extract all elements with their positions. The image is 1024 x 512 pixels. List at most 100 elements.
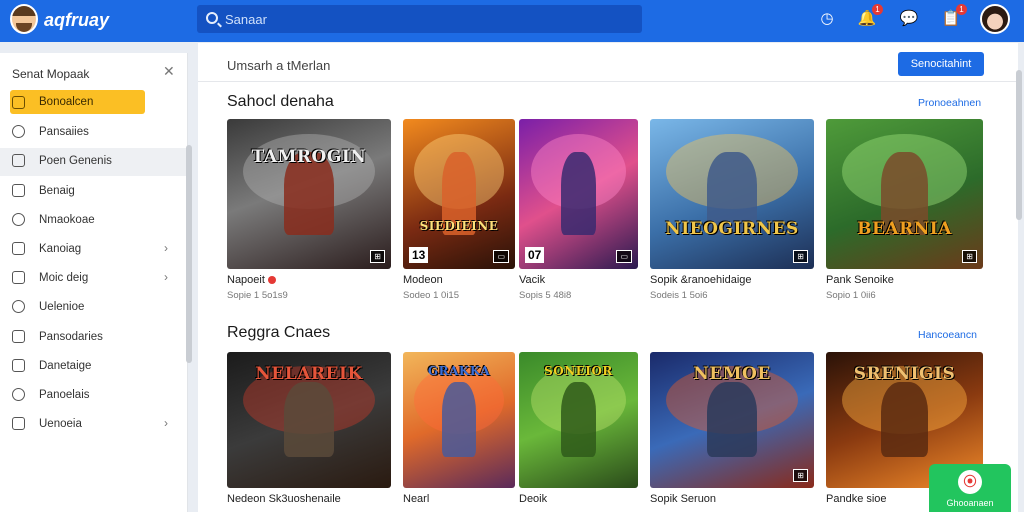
- game-name[interactable]: Sopik &ranoehidaige: [650, 274, 752, 286]
- character-figure: [442, 381, 476, 457]
- game-logo-text: SIEDIEINE: [419, 219, 499, 233]
- game-thumbnail[interactable]: NIEOGIRNES ⊞: [650, 119, 814, 269]
- sidebar-item-label: Panoelais: [39, 389, 90, 401]
- platform-icon: ▭: [616, 250, 632, 263]
- game-logo-text: SONEIOR: [544, 364, 613, 378]
- game-thumbnail[interactable]: SONEIOR: [519, 352, 638, 488]
- inbox-icon[interactable]: 📋 1: [940, 4, 967, 30]
- game-thumbnail[interactable]: NELAREIK: [227, 352, 391, 488]
- game-meta: Sodeis 1 5oi6: [650, 290, 708, 301]
- sidebar-item-label: Moic deig: [39, 272, 89, 285]
- clock-icon[interactable]: ◷: [816, 8, 838, 30]
- platform-icon: ▭: [493, 250, 509, 263]
- game-name-text: Nedeon Sk3uoshenaile: [227, 493, 341, 505]
- game-logo-text: GRAKKA: [427, 364, 491, 378]
- user-avatar[interactable]: [980, 4, 1010, 34]
- sidebar-item[interactable]: Danetaige: [0, 353, 186, 381]
- live-indicator-icon: [267, 276, 276, 285]
- floating-action-button[interactable]: ⦿ Ghooanaen: [929, 464, 1011, 512]
- brand-name[interactable]: aqfruay: [44, 10, 109, 31]
- game-name-text: Pandke sioe: [826, 493, 887, 505]
- chevron-right-icon: ›: [164, 241, 168, 255]
- search-bar[interactable]: [197, 5, 642, 33]
- game-name-text: Napoeit: [227, 274, 265, 286]
- sidebar-item[interactable]: Pansaiies: [0, 119, 186, 147]
- menu-item-icon: [12, 329, 25, 343]
- platform-icon: ⊞: [370, 250, 385, 263]
- sidebar-item[interactable]: Moic deig ›: [0, 265, 186, 293]
- game-logo-text: SRENIGIS: [853, 364, 956, 384]
- menu-item-icon: [12, 183, 25, 197]
- game-meta: Sopie 1 5o1s9: [227, 290, 288, 301]
- game-name[interactable]: Modeon: [403, 274, 443, 286]
- menu-item-icon: [12, 358, 25, 372]
- game-thumbnail[interactable]: NEMOE ⊞: [650, 352, 814, 488]
- game-logo-text: NELAREIK: [255, 364, 363, 384]
- game-name[interactable]: Nedeon Sk3uoshenaile: [227, 493, 341, 505]
- sidebar-item[interactable]: Poen Genenis: [0, 148, 186, 177]
- game-name-text: Pank Senoike: [826, 274, 894, 286]
- record-icon: ⦿: [958, 470, 982, 494]
- sidebar-item-label: Danetaige: [39, 359, 92, 372]
- sidebar-heading: Senat Mopaak: [12, 67, 90, 81]
- game-thumbnail[interactable]: TAMROGIN ⊞: [227, 119, 391, 269]
- chat-icon[interactable]: 💬: [898, 8, 920, 30]
- search-icon: [206, 12, 218, 24]
- menu-item-icon: [12, 300, 25, 314]
- menu-item-icon: [12, 242, 25, 255]
- sidebar-item-label: Poen Genenis: [39, 155, 112, 168]
- primary-action-button[interactable]: Senocitahint: [898, 52, 984, 76]
- sidebar-item[interactable]: Kanoiag ›: [0, 236, 186, 264]
- game-name-text: Sopik Seruon: [650, 493, 717, 505]
- logo-avatar[interactable]: [10, 4, 38, 34]
- fab-label: Ghooanaen: [946, 498, 994, 508]
- game-name-text: Modeon: [403, 274, 443, 286]
- game-thumbnail[interactable]: ▭ 07: [519, 119, 638, 269]
- close-icon[interactable]: ✕: [163, 63, 175, 80]
- platform-icon: ⊞: [793, 250, 808, 263]
- sidebar-item-label: Kanoiag: [39, 243, 82, 255]
- sidebar-item-label: Uelenioe: [39, 301, 85, 314]
- sidebar-item[interactable]: Panoelais: [0, 382, 186, 410]
- sidebar-item[interactable]: Nmaokoae: [0, 207, 186, 235]
- game-name[interactable]: Nearl: [403, 493, 429, 505]
- sidebar-scrollbar[interactable]: [186, 145, 192, 363]
- game-logo-text: NEMOE: [693, 364, 771, 384]
- section-title: Sahocl denaha: [227, 93, 334, 110]
- platform-icon: ⊞: [962, 250, 977, 263]
- see-all-link[interactable]: Pronoeahnen: [918, 97, 981, 109]
- game-thumbnail[interactable]: SIEDIEINE ▭ 13: [403, 119, 515, 269]
- game-name[interactable]: Pank Senoike: [826, 274, 894, 286]
- game-name[interactable]: Vacik: [519, 274, 545, 286]
- platform-icon: ⊞: [793, 469, 808, 482]
- sidebar-item-label: Pansaiies: [39, 126, 89, 139]
- sidebar-item-label: Uenoeia: [39, 418, 82, 431]
- character-figure: [560, 381, 597, 457]
- sidebar-item[interactable]: Bonoalcen: [0, 90, 186, 118]
- game-name[interactable]: Deoik: [519, 493, 547, 505]
- age-rating-badge: 13: [409, 247, 429, 263]
- top-bar: aqfruay ◷ 🔔1 💬 📋1: [0, 0, 1024, 42]
- game-thumbnail[interactable]: BEARNIA ⊞: [826, 119, 983, 269]
- game-name-text: Vacik: [519, 274, 546, 286]
- sidebar-item-label: Pansodaries: [39, 330, 103, 343]
- game-thumbnail[interactable]: GRAKKA: [403, 352, 515, 488]
- chevron-right-icon: ›: [164, 270, 168, 285]
- notifications-icon[interactable]: 🔔 1: [856, 4, 883, 30]
- inbox-badge: 1: [956, 4, 967, 15]
- see-all-link[interactable]: Hancoeancn: [918, 329, 977, 341]
- game-name[interactable]: Pandke sioe: [826, 493, 887, 505]
- sidebar-item[interactable]: Uenoeia ›: [0, 411, 186, 439]
- menu-item-icon: [12, 212, 25, 226]
- game-name-text: Sopik &ranoehidaige: [650, 274, 752, 286]
- main-scrollbar[interactable]: [1016, 70, 1022, 220]
- game-name[interactable]: Napoeit: [227, 274, 276, 286]
- character-figure: [707, 381, 757, 457]
- age-rating-badge: 07: [525, 247, 545, 263]
- search-input[interactable]: [225, 9, 625, 29]
- game-name-text: Nearl: [403, 493, 430, 505]
- sidebar-item[interactable]: Benaig: [0, 178, 186, 206]
- sidebar-item[interactable]: Pansodaries: [0, 324, 186, 352]
- game-name[interactable]: Sopik Seruon: [650, 493, 716, 505]
- sidebar-item[interactable]: Uelenioe: [0, 294, 186, 322]
